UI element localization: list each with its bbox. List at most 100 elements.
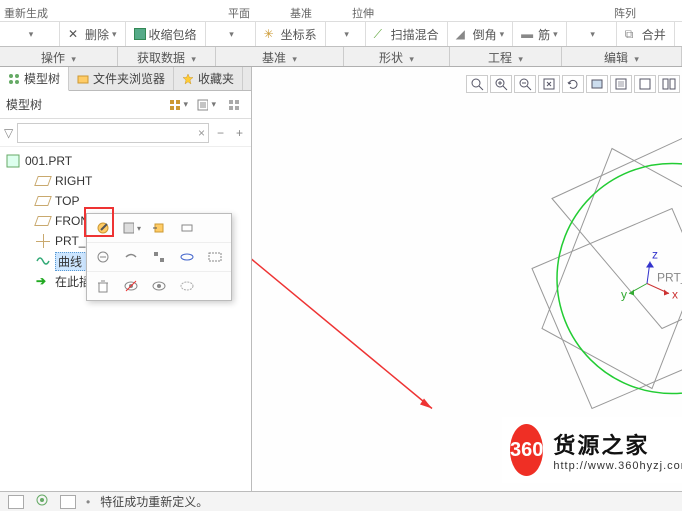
merge-icon: ⧉ xyxy=(625,27,639,41)
shrinkwrap-button[interactable]: 收缩包络 xyxy=(126,22,206,46)
ctx-delete[interactable] xyxy=(93,276,113,296)
delete-label: 删除 xyxy=(85,26,109,43)
ctx-btn-3[interactable] xyxy=(149,218,169,238)
model-tree: 001.PRT RIGHT TOP FRONT PRT_CSYS_DEF 曲线 … xyxy=(0,147,251,510)
merge-button[interactable]: ⧉ 合并 xyxy=(617,22,675,46)
watermark-badge: 360 xyxy=(510,424,543,476)
watermark-url: http://www.360hyzj.com xyxy=(553,460,682,472)
watermark: 360 货源之家 http://www.360hyzj.com xyxy=(502,417,682,483)
curve-icon xyxy=(36,254,50,268)
plane-icon xyxy=(34,176,52,186)
zoom-window-button[interactable] xyxy=(466,75,488,93)
left-panel: 模型树 文件夹浏览器 收藏夹 模型树 ▾ ▾ xyxy=(0,67,252,510)
draft-button[interactable]: ◢ 倒角 ▾ xyxy=(448,22,514,46)
refit-button[interactable] xyxy=(538,75,560,93)
filter-icon[interactable]: ▽ xyxy=(4,126,13,140)
zoom-in-button[interactable] xyxy=(490,75,512,93)
ctx-btn-5[interactable] xyxy=(93,247,113,267)
sb-icon-1[interactable] xyxy=(8,495,24,509)
shrinkwrap-label: 收缩包络 xyxy=(149,26,197,43)
tree-tool-1[interactable]: ▾ xyxy=(167,94,189,116)
csys-label: 坐标系 xyxy=(281,26,317,43)
axis-x-label: x xyxy=(672,288,678,302)
tab-favorites-label: 收藏夹 xyxy=(198,70,234,87)
tab-model-tree[interactable]: 模型树 xyxy=(0,67,69,91)
draft-label: 倒角 xyxy=(473,26,497,43)
group-shape: 形状 ▾ xyxy=(344,47,450,66)
view-toolbar xyxy=(466,75,680,93)
csys-label: PRT_CSYS xyxy=(657,271,682,285)
group-ops: 操作 ▾ xyxy=(0,47,118,66)
tab-model-tree-label: 模型树 xyxy=(24,70,60,87)
plane-dropdown[interactable]: ▾ xyxy=(206,22,256,46)
display-style-button[interactable] xyxy=(586,75,608,93)
spin-button[interactable] xyxy=(562,75,584,93)
collapse-btn[interactable]: − xyxy=(213,126,228,140)
csys-icon: ✳ xyxy=(264,27,278,41)
watermark-brand: 货源之家 xyxy=(553,428,682,460)
tree-item-label: RIGHT xyxy=(55,174,92,188)
sweepblend-icon: ⟋ xyxy=(374,27,388,41)
ctx-suppress[interactable] xyxy=(177,276,197,296)
tree-title: 模型树 xyxy=(6,96,42,113)
sweepblend-button[interactable]: ⟋ 扫描混合 xyxy=(366,22,448,46)
more-views-button[interactable] xyxy=(658,75,680,93)
ctx-btn-6[interactable] xyxy=(121,247,141,267)
rib-button[interactable]: ▬ 筋 ▾ xyxy=(513,22,567,46)
tree-item-top[interactable]: TOP xyxy=(0,191,251,211)
tree-tool-2[interactable]: ▾ xyxy=(195,94,217,116)
regenerate-dropdown[interactable]: ▾ xyxy=(0,22,60,46)
ctx-btn-2[interactable]: ▾ xyxy=(121,218,141,238)
sweepblend-label: 扫描混合 xyxy=(391,26,439,43)
panel-tabs: 模型树 文件夹浏览器 收藏夹 xyxy=(0,67,251,91)
delete-button[interactable]: ✕ 删除 ▾ xyxy=(60,22,126,46)
tree-tools: ▾ ▾ xyxy=(167,94,245,116)
ribbon-groups: 操作 ▾ 获取数据 ▾ 基准 ▾ 形状 ▾ 工程 ▾ 编辑 ▾ xyxy=(0,47,682,67)
tree-root[interactable]: 001.PRT xyxy=(0,151,251,171)
ctx-btn-7[interactable] xyxy=(149,247,169,267)
view-manager-button[interactable] xyxy=(634,75,656,93)
part-icon xyxy=(6,154,20,168)
sb-icon-3[interactable] xyxy=(60,495,76,509)
tree-item-right[interactable]: RIGHT xyxy=(0,171,251,191)
tree-icon xyxy=(8,73,20,85)
pattern-dropdown[interactable]: ▾ xyxy=(567,22,617,46)
clear-icon[interactable]: × xyxy=(198,126,205,140)
sb-icon-2[interactable] xyxy=(34,493,50,510)
zoom-out-button[interactable] xyxy=(514,75,536,93)
csys-button[interactable]: ✳ 坐标系 xyxy=(256,22,326,46)
status-bar: • 特征成功重新定义。 xyxy=(0,491,682,511)
tab-folder-label: 文件夹浏览器 xyxy=(93,70,165,87)
ctx-btn-4[interactable] xyxy=(177,218,197,238)
axis-y-label: y xyxy=(621,288,627,302)
ctx-btn-8[interactable] xyxy=(177,247,197,267)
status-message: 特征成功重新定义。 xyxy=(100,493,208,510)
ctx-edit-definition[interactable] xyxy=(93,218,113,238)
ctx-hide[interactable] xyxy=(121,276,141,296)
group-datum: 基准 ▾ xyxy=(216,47,344,66)
tree-item-label: TOP xyxy=(55,194,79,208)
csys-icon xyxy=(36,234,50,248)
ribbon-commands: ▾ ✕ 删除 ▾ 收缩包络 ▾ ✳ 坐标系 ▾ ⟋ 扫描混合 ◢ 倒角 ▾ ▬ … xyxy=(0,22,682,47)
ctx-btn-9[interactable] xyxy=(205,247,225,267)
rib-icon: ▬ xyxy=(521,27,535,41)
filter-row: ▽ × − + xyxy=(0,119,251,147)
group-eng: 工程 ▾ xyxy=(450,47,562,66)
plane-icon xyxy=(34,196,52,206)
draft-icon: ◢ xyxy=(456,27,470,41)
ctx-show[interactable] xyxy=(149,276,169,296)
merge-label: 合并 xyxy=(642,26,666,43)
rib-label: 筋 xyxy=(538,26,550,43)
expand-btn[interactable]: + xyxy=(232,126,247,140)
tree-tool-3[interactable] xyxy=(223,94,245,116)
tab-favorites[interactable]: 收藏夹 xyxy=(174,67,243,90)
extrude-dropdown[interactable]: ▾ xyxy=(326,22,366,46)
saved-views-button[interactable] xyxy=(610,75,632,93)
context-toolbar: ▾ xyxy=(86,213,232,301)
ribbon-partial-top: 重新生成 平面 基准 拉伸 阵列 xyxy=(0,0,682,22)
search-input[interactable] xyxy=(17,123,209,143)
tree-root-label: 001.PRT xyxy=(25,154,72,168)
group-getdata: 获取数据 ▾ xyxy=(118,47,216,66)
delete-icon: ✕ xyxy=(68,27,82,41)
tab-folder-browser[interactable]: 文件夹浏览器 xyxy=(69,67,174,90)
